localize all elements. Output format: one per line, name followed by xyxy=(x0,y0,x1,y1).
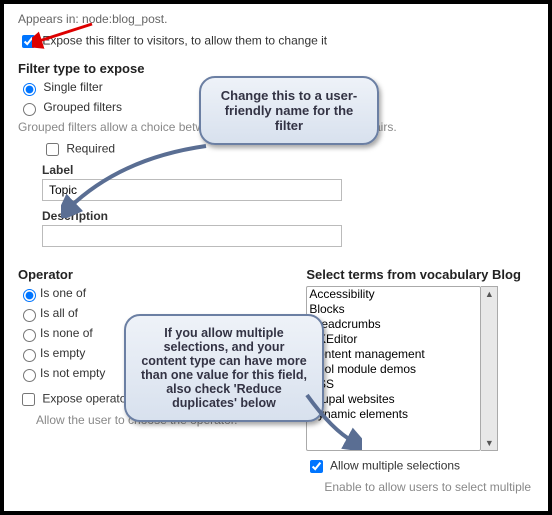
expose-operator-checkbox[interactable] xyxy=(22,393,35,406)
annotation-callout-multiple-text: If you allow multiple selections, and yo… xyxy=(141,326,307,410)
config-panel: Appears in: node:blog_post. Expose this … xyxy=(0,0,552,515)
required-checkbox[interactable] xyxy=(46,143,59,156)
expose-operator-label: Expose operator xyxy=(42,392,130,406)
vocab-title: Select terms from vocabulary Blog xyxy=(306,267,534,282)
annotation-callout-multiple: If you allow multiple selections, and yo… xyxy=(124,314,324,422)
red-arrow-annotation xyxy=(32,22,102,50)
filter-type-grouped-radio[interactable] xyxy=(23,103,36,116)
callout-pointer-icon xyxy=(302,390,362,450)
allow-multiple-label: Allow multiple selections xyxy=(330,459,460,473)
operator-none-of-label: Is none of xyxy=(40,326,93,340)
vocab-term-option[interactable]: Blocks xyxy=(307,302,480,317)
allow-multiple-checkbox[interactable] xyxy=(310,460,323,473)
operator-all-of-radio[interactable] xyxy=(23,309,36,322)
vocab-term-option[interactable]: CKEditor xyxy=(307,332,480,347)
vocab-term-option[interactable]: Content management xyxy=(307,347,480,362)
operator-all-of-label: Is all of xyxy=(40,306,78,320)
operator-not-empty-label: Is not empty xyxy=(40,366,105,380)
callout-pointer-icon xyxy=(61,138,211,218)
vocab-term-option[interactable]: Cool module demos xyxy=(307,362,480,377)
operator-one-of-radio[interactable] xyxy=(23,289,36,302)
filter-type-grouped-label: Grouped filters xyxy=(43,100,122,114)
vocab-term-option[interactable]: Accessibility xyxy=(307,287,480,302)
filter-type-title: Filter type to expose xyxy=(18,61,534,76)
operator-empty-radio[interactable] xyxy=(23,349,36,362)
operator-empty-label: Is empty xyxy=(40,346,85,360)
operator-none-of-radio[interactable] xyxy=(23,329,36,342)
scrollbar[interactable]: ▲ ▼ xyxy=(481,286,498,451)
description-input[interactable] xyxy=(42,225,342,247)
filter-type-single-radio[interactable] xyxy=(23,83,36,96)
annotation-callout-label-text: Change this to a user-friendly name for … xyxy=(221,88,358,133)
allow-multiple-hint: Enable to allow users to select multiple xyxy=(324,480,534,494)
operator-title: Operator xyxy=(18,267,286,282)
operator-not-empty-radio[interactable] xyxy=(23,369,36,382)
operator-one-of-label: Is one of xyxy=(40,286,86,300)
filter-type-single-label: Single filter xyxy=(43,80,102,94)
scroll-down-icon[interactable]: ▼ xyxy=(485,436,494,450)
scroll-up-icon[interactable]: ▲ xyxy=(485,287,494,301)
vocab-term-option[interactable]: Breadcrumbs xyxy=(307,317,480,332)
annotation-callout-label: Change this to a user-friendly name for … xyxy=(199,76,379,145)
